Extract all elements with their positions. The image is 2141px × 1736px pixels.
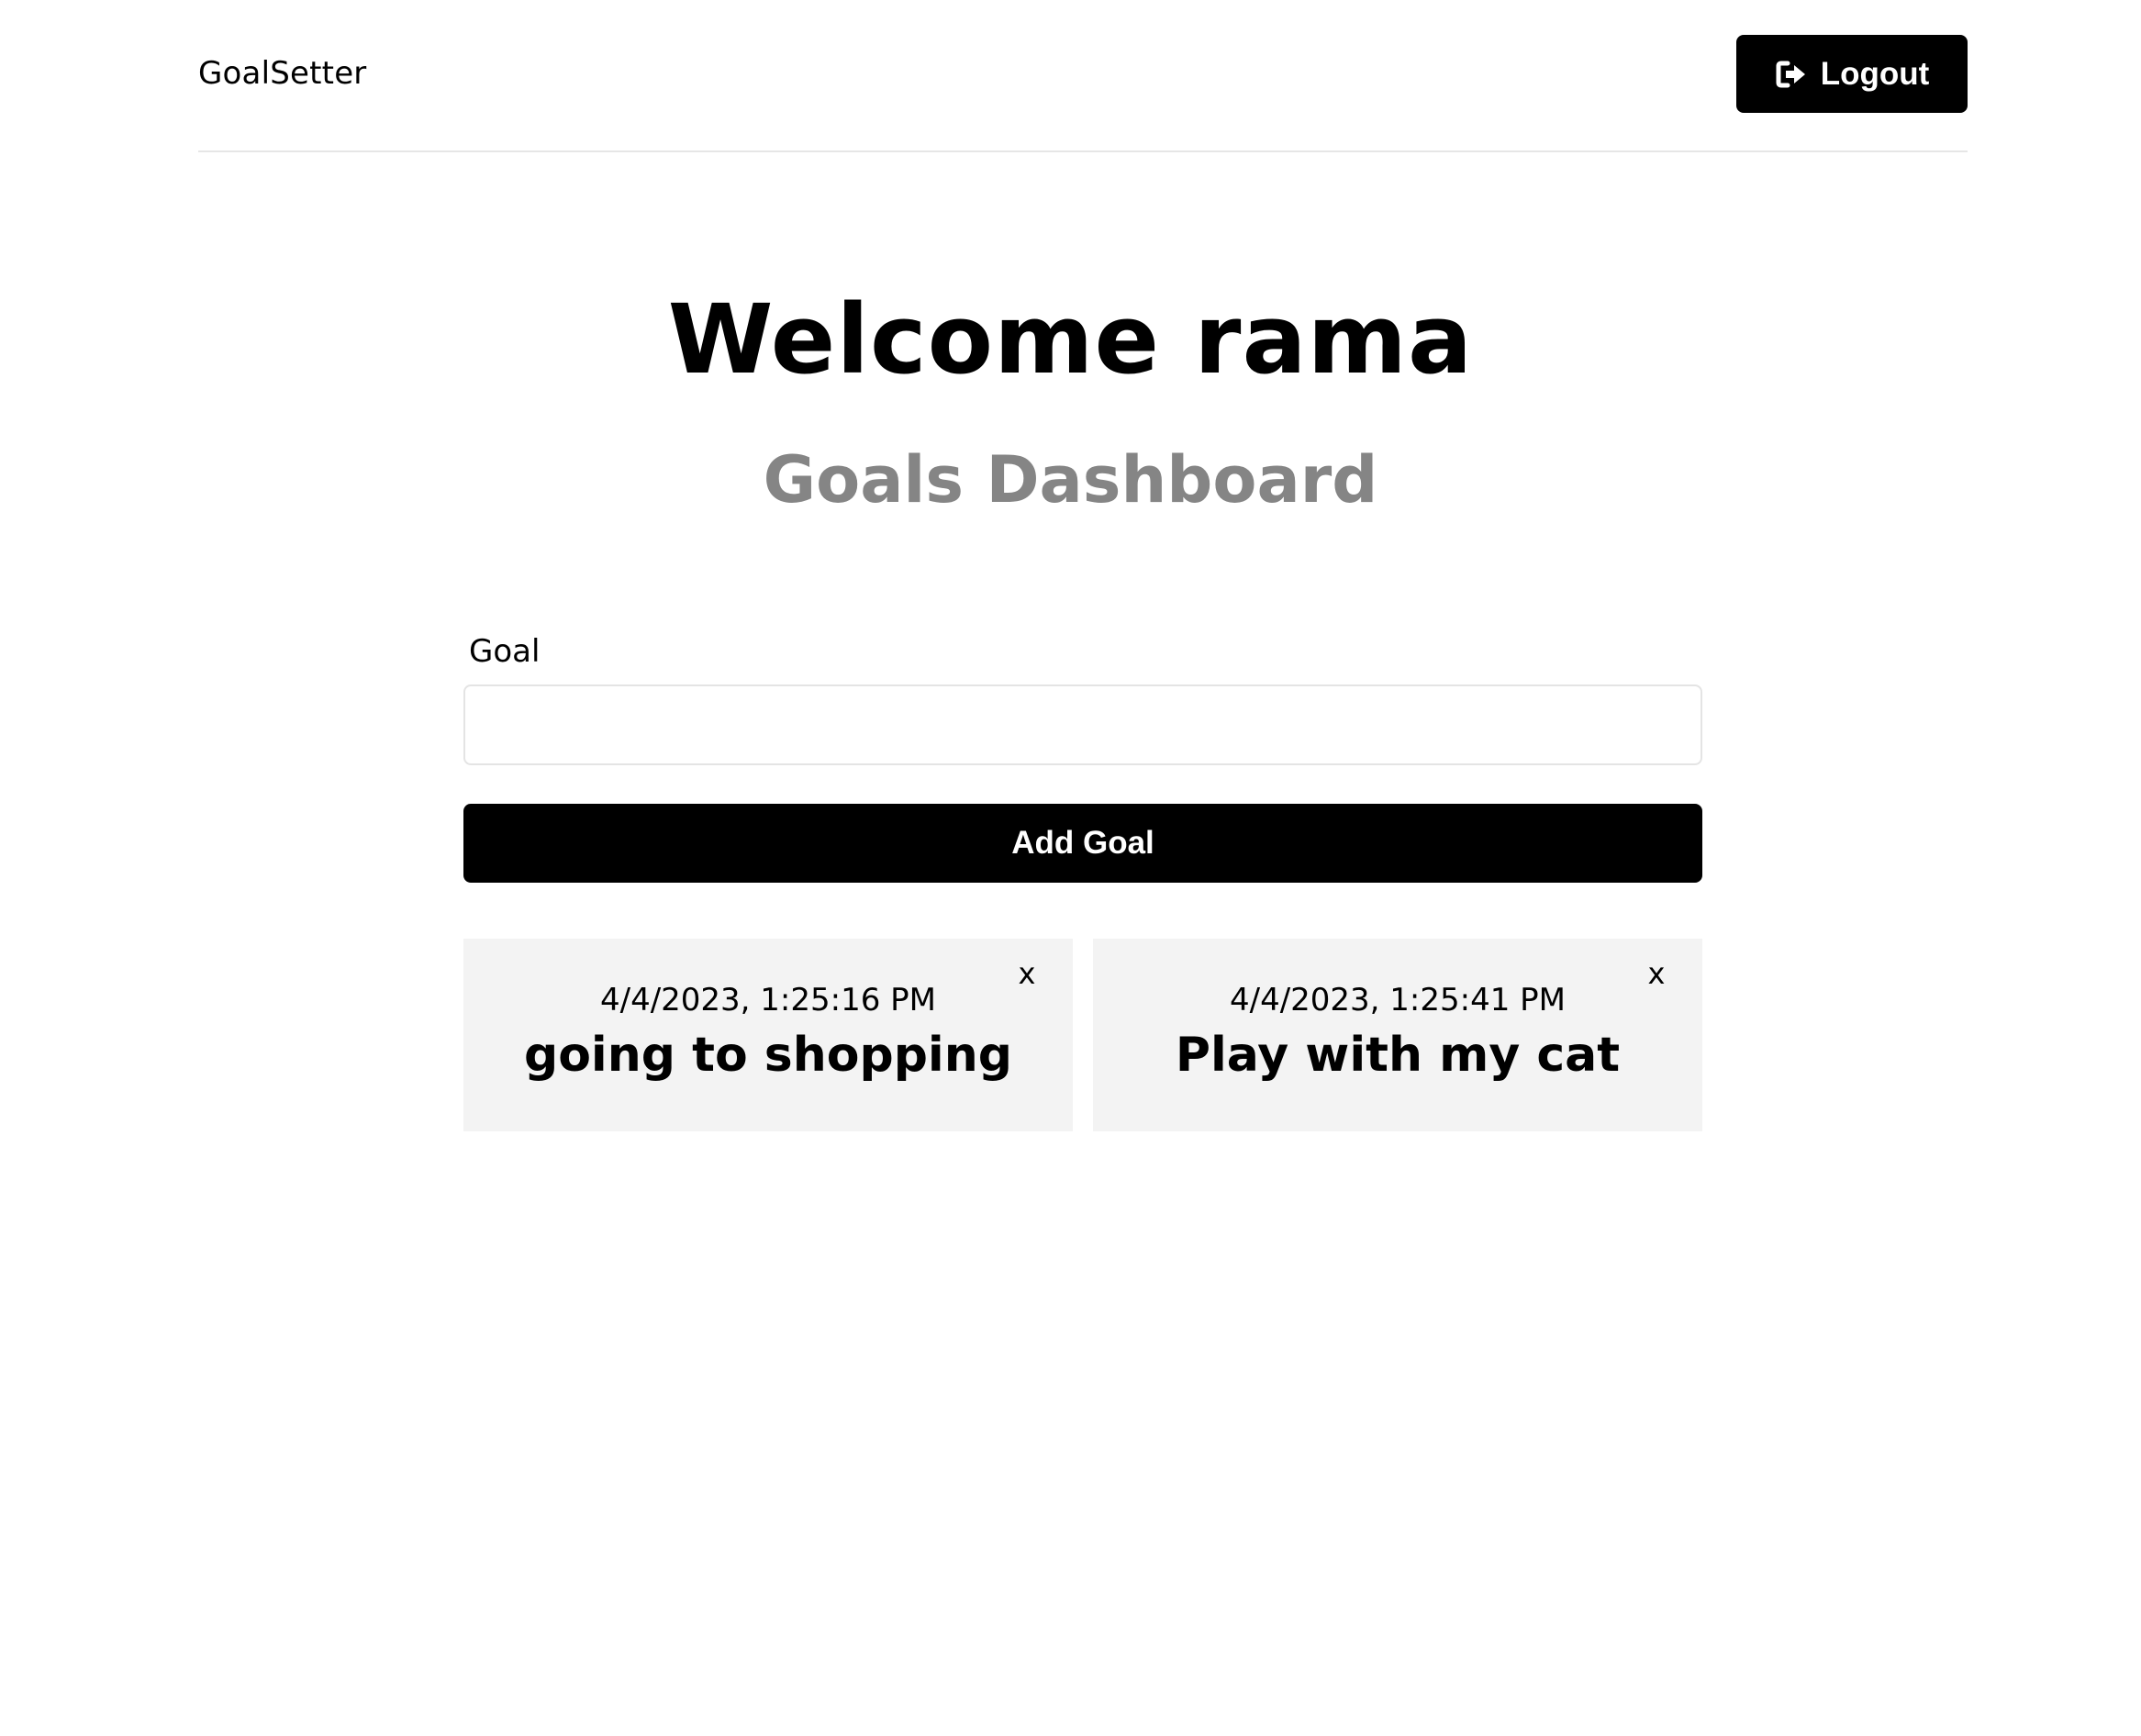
goal-text: going to shopping <box>523 1028 1012 1083</box>
page-subtitle: Goals Dashboard <box>763 442 1378 517</box>
add-goal-button[interactable]: Add Goal <box>463 804 1702 883</box>
goal-date: 4/4/2023, 1:25:41 PM <box>1229 982 1567 1018</box>
welcome-heading: Welcome rama <box>667 284 1474 395</box>
goal-date: 4/4/2023, 1:25:16 PM <box>599 982 937 1018</box>
delete-goal-button[interactable]: x <box>1009 955 1045 992</box>
app-logo[interactable]: GoalSetter <box>198 51 367 95</box>
goal-label: Goal <box>469 633 541 670</box>
goal-form: Goal Add Goal <box>463 624 1702 883</box>
sign-out-icon <box>1775 58 1808 91</box>
delete-goal-button[interactable]: x <box>1638 955 1675 992</box>
goal-card: 4/4/2023, 1:25:16 PM going to shopping x <box>463 939 1073 1131</box>
goal-text: Play with my cat <box>1175 1028 1621 1083</box>
goal-input[interactable] <box>463 684 1702 765</box>
logout-label: Logout <box>1820 55 1930 92</box>
top-nav: GoalSetter Logout <box>198 0 1968 152</box>
goal-card: 4/4/2023, 1:25:41 PM Play with my cat x <box>1093 939 1702 1131</box>
logout-button[interactable]: Logout <box>1736 35 1968 113</box>
goals-list: 4/4/2023, 1:25:16 PM going to shopping x… <box>463 939 1702 1131</box>
